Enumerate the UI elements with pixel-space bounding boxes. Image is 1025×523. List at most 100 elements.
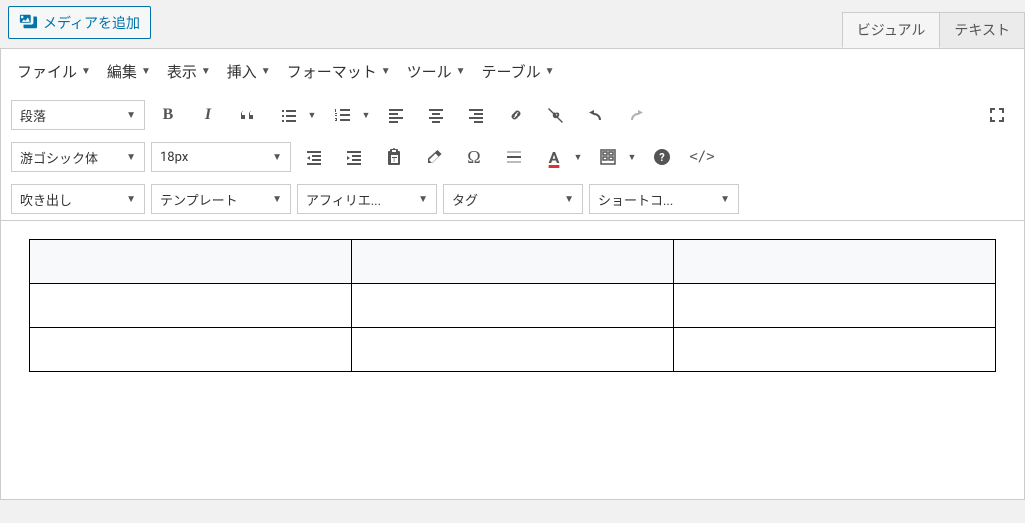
omega-icon: Ω [467,147,480,168]
menu-tools[interactable]: ツール▼ [401,57,472,86]
chevron-down-icon: ▼ [126,152,136,163]
affiliate-select[interactable]: アフィリエ... ▼ [297,184,437,214]
svg-text:?: ? [659,151,665,164]
clipboard-icon: T [384,147,404,167]
eraser-icon [424,147,444,167]
table-cell[interactable] [352,240,674,284]
menu-file[interactable]: ファイル▼ [11,57,97,86]
table-row[interactable] [30,328,996,372]
chevron-down-icon: ▼ [564,194,574,205]
redo-button[interactable] [619,100,653,130]
italic-icon: I [205,106,211,124]
chevron-down-icon: ▼ [81,66,91,77]
chevron-down-icon: ▼ [545,66,555,77]
font-size-select[interactable]: 18px ▼ [151,142,291,172]
fullscreen-icon [987,105,1007,125]
blockquote-button[interactable] [231,100,265,130]
hr-button[interactable] [497,142,531,172]
content-table[interactable] [29,239,996,372]
text-color-dropdown[interactable]: ▼ [571,142,585,172]
table-cell[interactable] [352,284,674,328]
number-list-button[interactable] [325,100,359,130]
table-cell[interactable] [30,328,352,372]
indent-button[interactable] [337,142,371,172]
balloon-select[interactable]: 吹き出し ▼ [11,184,145,214]
table-dropdown[interactable]: ▼ [625,142,639,172]
menu-view[interactable]: 表示▼ [161,57,217,86]
redo-icon [626,105,646,125]
number-list-icon [332,105,352,125]
chevron-down-icon: ▼ [456,66,466,77]
align-right-icon [466,105,486,125]
chevron-down-icon: ▼ [126,194,136,205]
menu-edit[interactable]: 編集▼ [101,57,157,86]
chevron-down-icon: ▼ [381,66,391,77]
svg-text:T: T [392,157,396,164]
tab-text[interactable]: テキスト [939,12,1025,48]
source-code-button[interactable]: </> [685,142,719,172]
menu-insert[interactable]: 挿入▼ [221,57,277,86]
table-cell[interactable] [674,240,996,284]
font-family-select[interactable]: 游ゴシック体 ▼ [11,142,145,172]
chevron-down-icon: ▼ [141,66,151,77]
italic-button[interactable]: I [191,100,225,130]
table-cell[interactable] [674,284,996,328]
link-button[interactable] [499,100,533,130]
template-select[interactable]: テンプレート ▼ [151,184,291,214]
bold-icon: B [163,106,174,124]
hr-icon [504,147,524,167]
chevron-down-icon: ▼ [418,194,428,205]
unlink-icon [546,105,566,125]
bullet-list-button[interactable] [271,100,305,130]
table-row[interactable] [30,240,996,284]
undo-button[interactable] [579,100,613,130]
block-format-select[interactable]: 段落 ▼ [11,100,145,130]
table-row[interactable] [30,284,996,328]
chevron-down-icon: ▼ [126,110,136,121]
number-list-dropdown[interactable]: ▼ [359,100,373,130]
table-icon [598,147,618,167]
clear-format-button[interactable] [417,142,451,172]
quote-icon [238,105,258,125]
unlink-button[interactable] [539,100,573,130]
media-icon [19,12,37,33]
align-center-button[interactable] [419,100,453,130]
table-cell[interactable] [674,328,996,372]
add-media-button[interactable]: メディアを追加 [8,6,151,39]
table-cell[interactable] [30,284,352,328]
fullscreen-button[interactable] [980,100,1014,130]
outdent-button[interactable] [297,142,331,172]
special-char-button[interactable]: Ω [457,142,491,172]
editor-content[interactable] [0,220,1025,500]
help-icon: ? [652,147,672,167]
table-cell[interactable] [352,328,674,372]
paste-text-button[interactable]: T [377,142,411,172]
tab-visual[interactable]: ビジュアル [842,12,941,48]
undo-icon [586,105,606,125]
chevron-down-icon: ▼ [201,66,211,77]
add-media-label: メディアを追加 [43,13,140,33]
bullet-list-icon [278,105,298,125]
align-left-icon [386,105,406,125]
menu-format[interactable]: フォーマット▼ [281,57,397,86]
align-left-button[interactable] [379,100,413,130]
align-center-icon [426,105,446,125]
chevron-down-icon: ▼ [272,194,282,205]
link-icon [506,105,526,125]
bold-button[interactable]: B [151,100,185,130]
table-button[interactable] [591,142,625,172]
code-icon: </> [689,149,714,165]
text-color-icon: A [549,148,560,167]
help-button[interactable]: ? [645,142,679,172]
shortcode-select[interactable]: ショートコ... ▼ [589,184,739,214]
table-cell[interactable] [30,240,352,284]
chevron-down-icon: ▼ [272,152,282,163]
text-color-button[interactable]: A [537,142,571,172]
outdent-icon [304,147,324,167]
tag-select[interactable]: タグ ▼ [443,184,583,214]
menu-table[interactable]: テーブル▼ [476,57,561,86]
indent-icon [344,147,364,167]
chevron-down-icon: ▼ [261,66,271,77]
bullet-list-dropdown[interactable]: ▼ [305,100,319,130]
align-right-button[interactable] [459,100,493,130]
